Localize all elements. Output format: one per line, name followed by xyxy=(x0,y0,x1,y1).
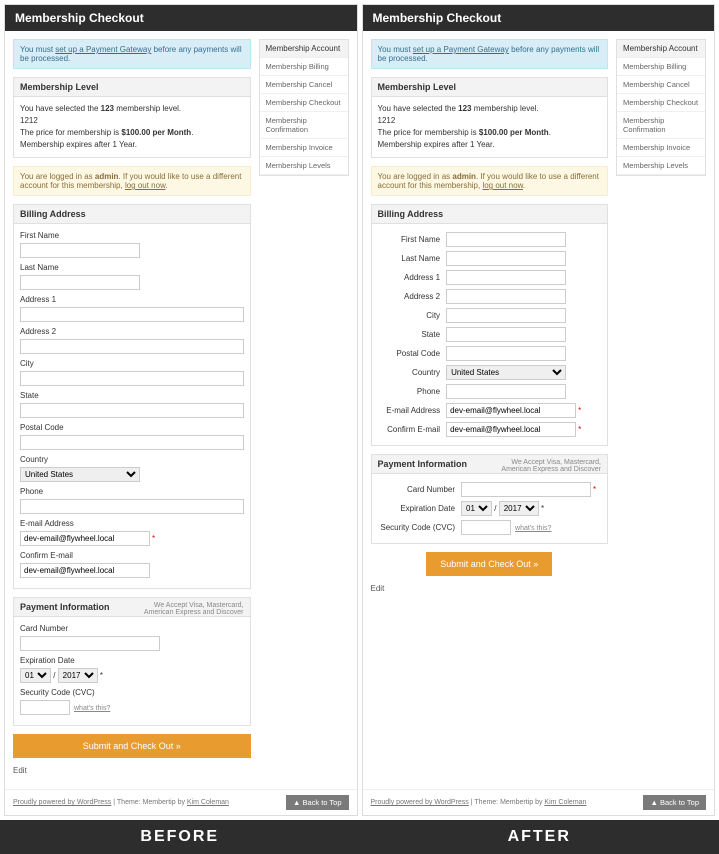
last-name-input[interactable] xyxy=(446,251,566,266)
sidebar-item[interactable]: Membership Cancel xyxy=(617,76,705,94)
payment-heading: Payment InformationWe Accept Visa, Maste… xyxy=(14,598,250,617)
phone-input[interactable] xyxy=(446,384,566,399)
membership-level-box: Membership Level You have selected the 1… xyxy=(13,77,251,158)
address2-input[interactable] xyxy=(446,289,566,304)
address1-input[interactable] xyxy=(20,307,244,322)
gateway-link[interactable]: set up a Payment Gateway xyxy=(55,45,151,54)
whats-this-link[interactable]: what's this? xyxy=(74,705,110,712)
after-label: AFTER xyxy=(360,820,719,854)
sidebar-item[interactable]: Membership Checkout xyxy=(260,94,348,112)
exp-month-select[interactable]: 01 xyxy=(461,501,492,516)
submit-button[interactable]: Submit and Check Out » xyxy=(426,552,552,576)
card-number-input[interactable] xyxy=(461,482,591,497)
level-heading: Membership Level xyxy=(14,78,250,97)
exp-month-select[interactable]: 01 xyxy=(20,668,51,683)
last-name-input[interactable] xyxy=(20,275,140,290)
billing-heading: Billing Address xyxy=(14,205,250,224)
footer-credit: Proudly powered by WordPress | Theme: Me… xyxy=(371,799,587,806)
address1-input[interactable] xyxy=(446,270,566,285)
login-alert: You are logged in as admin. If you would… xyxy=(13,166,251,196)
cvc-input[interactable] xyxy=(461,520,511,535)
sidebar-item[interactable]: Membership Levels xyxy=(260,157,348,175)
login-alert: You are logged in as admin. If you would… xyxy=(371,166,609,196)
country-select[interactable]: United States xyxy=(20,467,140,482)
after-column: Membership Checkout You must set up a Pa… xyxy=(362,4,716,816)
sidebar-nav: Membership Account Membership Billing Me… xyxy=(616,39,706,176)
country-select[interactable]: United States xyxy=(446,365,566,380)
before-label: BEFORE xyxy=(0,820,360,854)
footer-credit: Proudly powered by WordPress | Theme: Me… xyxy=(13,799,229,806)
card-number-input[interactable] xyxy=(20,636,160,651)
page-title: Membership Checkout xyxy=(5,5,357,31)
confirm-email-input[interactable] xyxy=(20,563,150,578)
sidebar-item[interactable]: Membership Checkout xyxy=(617,94,705,112)
first-name-input[interactable] xyxy=(446,232,566,247)
gateway-alert: You must set up a Payment Gateway before… xyxy=(13,39,251,69)
email-input[interactable] xyxy=(446,403,576,418)
address2-input[interactable] xyxy=(20,339,244,354)
back-to-top-button[interactable]: ▲ Back to Top xyxy=(286,795,349,810)
city-input[interactable] xyxy=(446,308,566,323)
page-title: Membership Checkout xyxy=(363,5,715,31)
postal-input[interactable] xyxy=(20,435,244,450)
exp-year-select[interactable]: 2017 xyxy=(58,668,98,683)
membership-level-box: Membership Level You have selected the 1… xyxy=(371,77,609,158)
exp-year-select[interactable]: 2017 xyxy=(499,501,539,516)
comparison-labels: BEFORE AFTER xyxy=(0,820,719,854)
sidebar-item[interactable]: Membership Billing xyxy=(260,58,348,76)
postal-input[interactable] xyxy=(446,346,566,361)
email-input[interactable] xyxy=(20,531,150,546)
state-input[interactable] xyxy=(20,403,244,418)
billing-box: Billing Address First Name Last Name Add… xyxy=(371,204,609,446)
sidebar-item[interactable]: Membership Billing xyxy=(617,58,705,76)
edit-link[interactable]: Edit xyxy=(371,584,609,593)
state-input[interactable] xyxy=(446,327,566,342)
submit-button[interactable]: Submit and Check Out » xyxy=(13,734,251,758)
sidebar-item[interactable]: Membership Confirmation xyxy=(260,112,348,139)
back-to-top-button[interactable]: ▲ Back to Top xyxy=(643,795,706,810)
sidebar-item[interactable]: Membership Cancel xyxy=(260,76,348,94)
confirm-email-input[interactable] xyxy=(446,422,576,437)
billing-box: Billing Address First Name Last Name Add… xyxy=(13,204,251,589)
first-name-input[interactable] xyxy=(20,243,140,258)
whats-this-link[interactable]: what's this? xyxy=(515,525,551,532)
sidebar-nav: Membership Account Membership Billing Me… xyxy=(259,39,349,176)
logout-link[interactable]: log out now xyxy=(125,181,165,190)
city-input[interactable] xyxy=(20,371,244,386)
sidebar-heading: Membership Account xyxy=(260,40,348,58)
cvc-input[interactable] xyxy=(20,700,70,715)
gateway-alert: You must set up a Payment Gateway before… xyxy=(371,39,609,69)
payment-box: Payment InformationWe Accept Visa, Maste… xyxy=(371,454,609,544)
sidebar-item[interactable]: Membership Invoice xyxy=(260,139,348,157)
edit-link[interactable]: Edit xyxy=(13,766,251,775)
payment-box: Payment InformationWe Accept Visa, Maste… xyxy=(13,597,251,726)
sidebar-item[interactable]: Membership Invoice xyxy=(617,139,705,157)
logout-link[interactable]: log out now xyxy=(482,181,522,190)
sidebar-item[interactable]: Membership Confirmation xyxy=(617,112,705,139)
phone-input[interactable] xyxy=(20,499,244,514)
sidebar-item[interactable]: Membership Levels xyxy=(617,157,705,175)
gateway-link[interactable]: set up a Payment Gateway xyxy=(413,45,509,54)
before-column: Membership Checkout You must set up a Pa… xyxy=(4,4,358,816)
